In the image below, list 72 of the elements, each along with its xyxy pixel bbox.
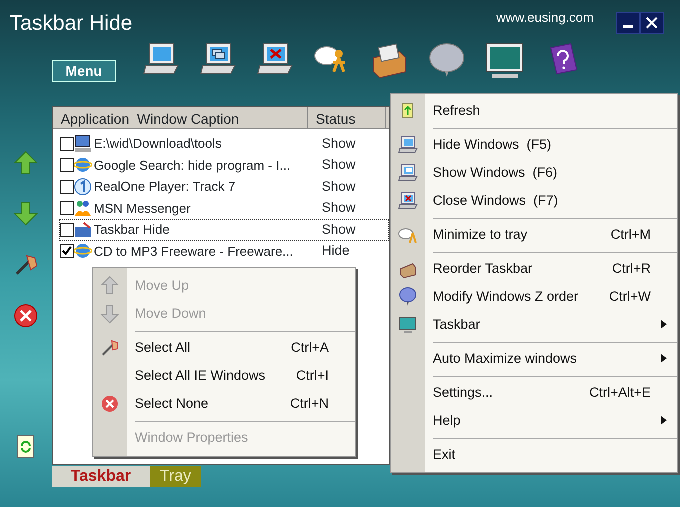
menu-item[interactable]: Select None xyxy=(127,394,290,414)
table-row[interactable]: MSN Messenger Show xyxy=(59,198,389,219)
shortcut-label: Ctrl+A xyxy=(291,338,329,357)
menu-item[interactable]: Auto Maximize windows xyxy=(425,348,651,370)
table-cell-text: Show xyxy=(321,199,356,218)
table-row[interactable]: Taskbar Hide Show xyxy=(59,219,389,240)
table-cell-text: Show xyxy=(321,220,356,239)
wand-icon xyxy=(100,338,120,358)
shortcut-label: Ctrl+N xyxy=(290,394,329,413)
window-title: Taskbar Hide xyxy=(10,11,133,37)
table-row[interactable]: RealOne Player: Track 7 Show xyxy=(59,176,389,198)
table-cell-text: Show xyxy=(321,178,356,196)
number-one-icon xyxy=(74,178,92,196)
monitor-icon xyxy=(398,315,418,335)
globe-icon xyxy=(74,242,92,260)
menu-item[interactable]: Minimize to tray xyxy=(425,224,611,246)
shortcut-label: Ctrl+M xyxy=(610,226,651,244)
menu-item[interactable]: Help xyxy=(425,410,651,432)
checkbox[interactable] xyxy=(60,158,74,172)
laptop-icon xyxy=(398,135,418,155)
globe-icon xyxy=(74,156,92,174)
menu-item[interactable]: Modify Windows Z order xyxy=(425,286,610,308)
table-row[interactable]: E:\wid\Download\tools Show xyxy=(59,133,389,154)
tab[interactable]: Taskbar xyxy=(52,466,150,487)
menu-item[interactable]: Reorder Taskbar xyxy=(425,258,612,280)
menu-item[interactable]: Refresh xyxy=(425,100,651,122)
menu-item[interactable]: Taskbar xyxy=(425,314,651,336)
menu-item[interactable]: Select All IE Windows xyxy=(127,366,296,386)
down-arrow-icon xyxy=(100,304,120,324)
table-cell-text: Taskbar Hide xyxy=(93,221,171,239)
laptop-cross-icon xyxy=(398,191,418,211)
checkbox[interactable] xyxy=(60,222,74,237)
checkbox[interactable] xyxy=(60,244,74,258)
up-arrow-icon xyxy=(100,276,120,296)
checkbox[interactable] xyxy=(60,180,74,194)
monitor-icon[interactable] xyxy=(484,42,524,80)
people-icon xyxy=(74,199,92,218)
table-cell-text: CD to MP3 Freeware - Freeware... xyxy=(93,242,294,260)
laptop-windows-icon xyxy=(398,163,418,183)
menu-item[interactable]: Hide Windows (F5) xyxy=(425,134,651,156)
taskbar-app-icon xyxy=(74,220,92,239)
minimize-button[interactable] xyxy=(616,12,640,34)
menu-button[interactable]: Menu xyxy=(52,60,116,82)
column-header[interactable]: Application Window Caption xyxy=(53,107,308,128)
table-cell-text: E:\wid\Download\tools xyxy=(93,135,223,153)
table-cell-text: Google Search: hide program - I... xyxy=(93,156,292,175)
table-cell-text: MSN Messenger xyxy=(93,200,192,218)
table-cell-text: RealOne Player: Track 7 xyxy=(93,178,237,196)
menu-item[interactable]: Settings... xyxy=(425,382,590,404)
shortcut-label: Ctrl+I xyxy=(296,366,329,385)
shortcut-label: Ctrl+Alt+E xyxy=(589,384,651,402)
table-row[interactable]: Google Search: hide program - I... Show xyxy=(59,154,389,176)
minimize-icon xyxy=(623,25,633,28)
menu-item[interactable]: Exit xyxy=(425,444,651,466)
close-icon xyxy=(646,17,658,29)
table-row[interactable]: CD to MP3 Freeware - Freeware... Hide xyxy=(59,240,389,262)
checkbox[interactable] xyxy=(60,136,74,151)
menu-item[interactable]: Select All xyxy=(127,338,292,358)
checkbox[interactable] xyxy=(60,201,74,216)
close-button[interactable] xyxy=(640,12,664,34)
menu-item[interactable]: Close Windows (F7) xyxy=(425,190,651,212)
column-header[interactable]: Status xyxy=(308,107,386,128)
menu-item[interactable]: Show Windows (F6) xyxy=(425,162,651,184)
table-cell-text: Show xyxy=(321,134,356,153)
shortcut-label: Ctrl+R xyxy=(612,260,651,278)
delete-icon xyxy=(100,394,120,414)
shortcut-label: Ctrl+W xyxy=(609,288,651,306)
table-cell-text: Show xyxy=(321,156,356,174)
computer-icon xyxy=(74,134,92,153)
website-label: www.eusing.com xyxy=(496,9,594,27)
delete-icon[interactable] xyxy=(13,303,39,329)
table-cell-text: Hide xyxy=(321,242,350,260)
